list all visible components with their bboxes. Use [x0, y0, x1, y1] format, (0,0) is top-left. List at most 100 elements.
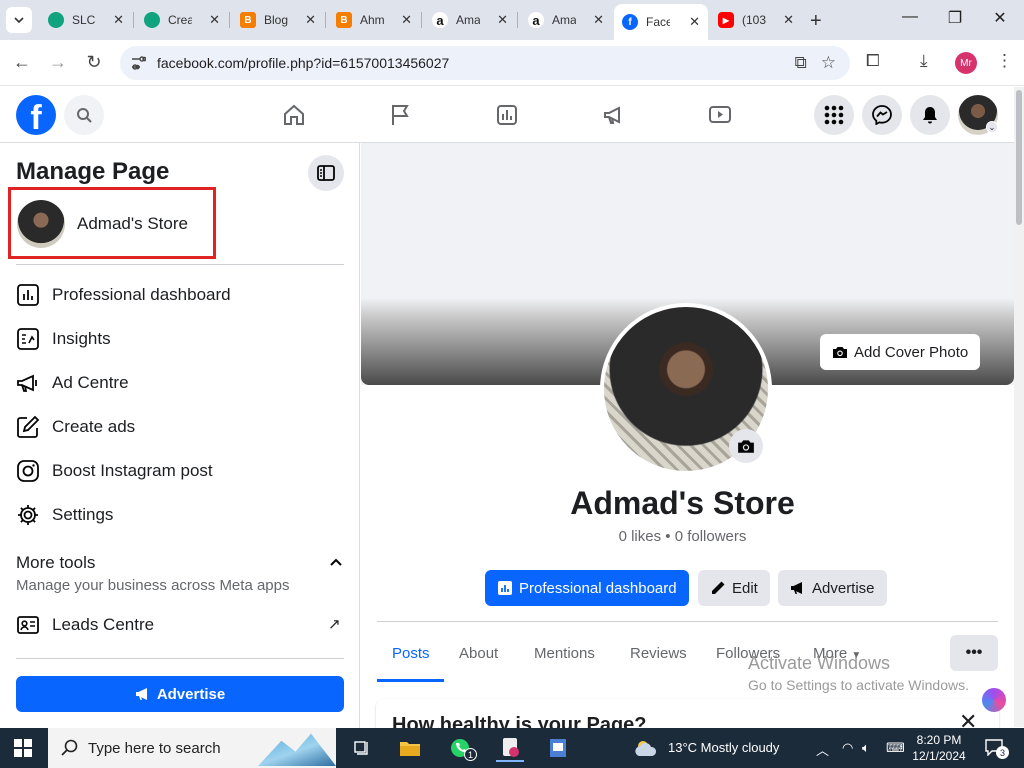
- taskbar-search-box[interactable]: Type here to search: [48, 728, 336, 768]
- megaphone-icon: [604, 106, 620, 124]
- profile-stats[interactable]: 0 likes • 0 followers: [361, 528, 1004, 545]
- tab-posts[interactable]: Posts: [392, 645, 430, 662]
- weather-text[interactable]: 13°C Mostly cloudy: [668, 740, 779, 755]
- tray-chevron-up-icon[interactable]: ︿: [816, 740, 829, 759]
- new-tab-button[interactable]: +: [810, 10, 822, 33]
- sidebar-title: Manage Page: [16, 158, 170, 185]
- whatsapp-icon[interactable]: 1: [446, 734, 477, 762]
- minimize-button[interactable]: —: [898, 8, 922, 26]
- tab-about[interactable]: About: [459, 645, 498, 662]
- close-tab-icon[interactable]: ✕: [497, 12, 508, 28]
- blogger-icon: B: [240, 12, 256, 28]
- page-name: Admad's Store: [77, 214, 188, 233]
- facebook-logo[interactable]: f: [16, 95, 56, 135]
- facebook-search-button[interactable]: [64, 95, 104, 135]
- browser-tab-facebook-active[interactable]: f Face ✕: [614, 4, 708, 40]
- professional-dashboard-button[interactable]: Professional dashboard: [485, 570, 689, 606]
- close-window-button[interactable]: ✕: [988, 8, 1012, 28]
- browser-tab-3[interactable]: B Blog ✕: [232, 5, 324, 35]
- tab-mentions[interactable]: Mentions: [534, 645, 595, 662]
- close-icon[interactable]: ✕: [959, 709, 977, 728]
- manage-page-sidebar: Manage Page Admad's Store Professional d…: [0, 143, 360, 728]
- tab-search-button[interactable]: [6, 7, 32, 33]
- browser-profile-avatar[interactable]: Mr: [955, 52, 977, 74]
- browser-tab-5[interactable]: a Ama ✕: [424, 5, 516, 35]
- notifications-button[interactable]: [910, 95, 950, 135]
- divider: [16, 658, 344, 659]
- browser-tab-6[interactable]: a Ama ✕: [520, 5, 612, 35]
- browser-tab-2[interactable]: Crea ✕: [136, 5, 228, 35]
- instagram-icon: [16, 459, 40, 483]
- windows-start-icon[interactable]: [14, 739, 32, 757]
- browser-menu-icon[interactable]: ⋮: [996, 51, 1013, 71]
- close-tab-icon[interactable]: ✕: [305, 12, 316, 28]
- sidebar-toggle-icon: [317, 165, 335, 181]
- home-icon: [284, 104, 304, 125]
- taskbar-clock[interactable]: 8:20 PM 12/1/2024: [912, 732, 966, 764]
- more-tools-heading[interactable]: More tools: [16, 553, 95, 573]
- menu-button[interactable]: [814, 95, 854, 135]
- nav-home-button[interactable]: [280, 101, 308, 129]
- browser-tab-8[interactable]: ▶ (103 ✕: [710, 5, 802, 35]
- collapse-sidebar-button[interactable]: [308, 155, 344, 191]
- sidebar-item-settings[interactable]: Settings: [16, 493, 344, 537]
- edit-page-button[interactable]: Edit: [698, 570, 770, 606]
- document-app-icon[interactable]: [544, 734, 572, 762]
- add-cover-photo-button[interactable]: Add Cover Photo: [820, 334, 981, 370]
- sidebar-item-create-ads[interactable]: Create ads: [16, 405, 344, 449]
- scrollbar-thumb[interactable]: [1016, 90, 1022, 225]
- dashboard-icon: [498, 581, 512, 595]
- back-button[interactable]: ←: [10, 52, 34, 73]
- chevron-down-icon[interactable]: ⌄: [986, 121, 998, 133]
- more-options-button[interactable]: •••: [950, 635, 998, 671]
- messenger-button[interactable]: [862, 95, 902, 135]
- extensions-icon[interactable]: ⧠: [866, 51, 880, 71]
- nav-dashboard-button[interactable]: [493, 101, 521, 129]
- download-icon[interactable]: ⤓: [920, 51, 928, 71]
- whatsapp-badge: 1: [464, 748, 477, 761]
- close-tab-icon[interactable]: ✕: [209, 12, 220, 28]
- site-info-icon[interactable]: [130, 55, 146, 71]
- task-view-icon[interactable]: [348, 734, 376, 762]
- sidebar-item-insights[interactable]: Insights: [16, 317, 344, 361]
- volume-icon[interactable]: 🔈︎: [862, 740, 870, 756]
- close-tab-icon[interactable]: ✕: [783, 12, 794, 28]
- close-tab-icon[interactable]: ✕: [401, 12, 412, 28]
- notification-center-icon[interactable]: 3: [984, 738, 1009, 759]
- chevron-up-icon[interactable]: [328, 555, 344, 571]
- file-explorer-icon[interactable]: [396, 734, 424, 762]
- sidebar-item-ad-centre[interactable]: Ad Centre: [16, 361, 344, 405]
- nav-pages-button[interactable]: [386, 101, 414, 129]
- page-switcher-card[interactable]: Admad's Store: [8, 187, 216, 259]
- close-tab-icon[interactable]: ✕: [593, 12, 604, 28]
- bookmark-star-icon[interactable]: ☆: [821, 53, 836, 73]
- search-highlight-image: [258, 733, 336, 766]
- weather-cloud-icon[interactable]: [632, 734, 660, 762]
- forward-button[interactable]: →: [46, 52, 70, 73]
- language-icon[interactable]: ⌨︎: [886, 740, 905, 756]
- sidebar-item-professional-dashboard[interactable]: Professional dashboard: [16, 273, 344, 317]
- tab-reviews[interactable]: Reviews: [630, 645, 687, 662]
- sidebar-item-boost-instagram[interactable]: Boost Instagram post: [16, 449, 344, 493]
- address-bar[interactable]: facebook.com/profile.php?id=615700134560…: [120, 46, 850, 80]
- wifi-icon[interactable]: ◠: [842, 740, 853, 756]
- messenger-icon: [872, 105, 892, 125]
- browser-tab-4[interactable]: B Ahm ✕: [328, 5, 420, 35]
- reload-button[interactable]: ↻: [82, 52, 106, 73]
- install-app-icon[interactable]: ⧉: [795, 53, 807, 73]
- chrome-profile-taskbar-icon[interactable]: [496, 734, 524, 762]
- advertise-button[interactable]: Advertise: [778, 570, 887, 606]
- chevron-down-icon: [14, 17, 24, 24]
- browser-tabstrip: SLC- ✕ Crea ✕ B Blog ✕ B Ahm ✕ a Ama ✕ a…: [0, 0, 1024, 40]
- sidebar-item-leads-centre[interactable]: Leads Centre: [16, 603, 344, 647]
- restore-button[interactable]: ❐: [943, 8, 967, 28]
- close-tab-icon[interactable]: ✕: [689, 14, 700, 30]
- sidebar-advertise-button[interactable]: Advertise: [16, 676, 344, 712]
- nav-video-button[interactable]: [706, 101, 734, 129]
- meta-ai-icon[interactable]: [982, 688, 1006, 712]
- close-tab-icon[interactable]: ✕: [113, 12, 124, 28]
- nav-ads-button[interactable]: [600, 101, 628, 129]
- browser-tab-1[interactable]: SLC- ✕: [40, 5, 132, 35]
- amazon-icon: a: [528, 12, 544, 28]
- update-profile-photo-button[interactable]: [729, 429, 763, 463]
